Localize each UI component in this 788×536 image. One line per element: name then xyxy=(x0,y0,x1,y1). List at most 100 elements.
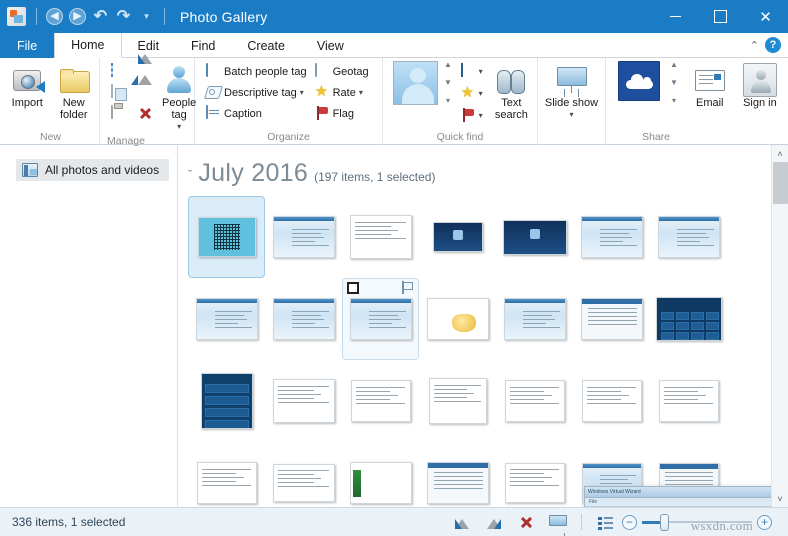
thumbnail-cell[interactable] xyxy=(419,278,496,360)
calendar-filter-button[interactable]: ▾ xyxy=(458,61,486,82)
spinner-up-icon[interactable]: ▲ xyxy=(670,61,678,69)
thumbnail-cell[interactable] xyxy=(265,278,342,360)
slide-show-dropdown-icon[interactable]: ▾ xyxy=(569,109,573,121)
scroll-down-icon[interactable]: ˅ xyxy=(772,490,788,507)
rate-button[interactable]: ★ Rate ▾ xyxy=(312,82,372,103)
thumbnail-cell[interactable] xyxy=(188,196,265,278)
thumbnail-cell[interactable] xyxy=(342,360,419,442)
zoom-out-button[interactable]: − xyxy=(622,514,637,530)
thumbnail-cell[interactable] xyxy=(496,196,573,278)
quick-find-spinner[interactable]: ▲ ▼ ▾ xyxy=(442,61,453,105)
rating-dropdown-icon[interactable]: ▾ xyxy=(479,89,483,98)
scrollbar-track[interactable] xyxy=(772,162,788,490)
thumbnail-cell[interactable] xyxy=(419,442,496,507)
close-button[interactable]: ✕ xyxy=(743,0,788,33)
import-button[interactable]: Import xyxy=(6,61,49,109)
zoom-slider-handle[interactable] xyxy=(660,513,669,531)
geotag-button[interactable]: Geotag xyxy=(312,61,372,82)
thumbnail-cell[interactable] xyxy=(650,196,727,278)
thumbnail-cell[interactable] xyxy=(496,442,573,507)
thumbnail-cell[interactable] xyxy=(496,360,573,442)
share-spinner[interactable]: ▲ ▼ ▾ xyxy=(668,61,680,105)
delete-button[interactable] xyxy=(135,103,156,124)
thumbnail-tile xyxy=(660,322,674,330)
thumbnail-cell[interactable] xyxy=(342,442,419,507)
email-button[interactable]: Email xyxy=(688,61,732,109)
scroll-up-icon[interactable]: ˄ xyxy=(772,145,788,162)
tab-find[interactable]: Find xyxy=(175,33,231,58)
text-search-button[interactable]: Text search xyxy=(490,61,533,121)
thumbnail-cell[interactable] xyxy=(573,196,650,278)
scrollbar-thumb[interactable] xyxy=(772,162,788,204)
collapse-ribbon-icon[interactable]: ⌃ xyxy=(750,39,759,52)
content-vertical-scrollbar[interactable]: ˄ ˅ xyxy=(771,145,788,507)
image-preview-popup: Windows Virtual Wizard File Add an accou… xyxy=(584,486,771,507)
zoom-in-button[interactable]: + xyxy=(757,514,772,530)
thumbnail-cell[interactable] xyxy=(188,442,265,507)
copy-button[interactable] xyxy=(108,82,129,103)
back-icon[interactable]: ◀ xyxy=(44,6,65,27)
customize-qat-icon[interactable]: ▾ xyxy=(136,6,157,27)
select-all-button[interactable] xyxy=(108,61,129,82)
people-thumbnail-icon[interactable] xyxy=(393,61,439,105)
flag-dropdown-icon[interactable]: ▾ xyxy=(479,111,483,120)
people-tag-dropdown-icon[interactable]: ▾ xyxy=(177,121,181,133)
caption-button[interactable]: Caption xyxy=(203,103,310,124)
rotate-right-button[interactable] xyxy=(479,510,509,534)
thumbnail-cell[interactable] xyxy=(419,360,496,442)
descriptive-tag-dropdown-icon[interactable]: ▾ xyxy=(300,88,304,97)
chevron-down-icon[interactable]: ˇ xyxy=(188,168,192,181)
spinner-more-icon[interactable]: ▾ xyxy=(672,97,676,105)
undo-icon[interactable]: ↶ xyxy=(90,6,111,27)
thumbnail-cell[interactable] xyxy=(265,196,342,278)
thumbnail-cell[interactable] xyxy=(342,278,419,360)
spinner-down-icon[interactable]: ▼ xyxy=(670,79,678,87)
rate-dropdown-icon[interactable]: ▾ xyxy=(359,88,363,97)
flag-filter-button[interactable]: ▾ xyxy=(458,105,486,126)
thumbnail-cell[interactable] xyxy=(188,360,265,442)
slideshow-button[interactable] xyxy=(543,510,573,536)
batch-people-tag-button[interactable]: Batch people tag xyxy=(203,61,310,82)
forward-icon[interactable]: ▶ xyxy=(67,6,88,27)
spinner-up-icon[interactable]: ▲ xyxy=(444,61,452,69)
thumbnail-cell[interactable] xyxy=(650,278,727,360)
people-tag-button[interactable]: People tag ▾ xyxy=(162,61,196,133)
tab-view[interactable]: View xyxy=(301,33,360,58)
tab-home[interactable]: Home xyxy=(54,33,122,58)
flag-button[interactable]: Flag xyxy=(312,103,372,124)
descriptive-tag-button[interactable]: Descriptive tag ▾ xyxy=(203,82,310,103)
thumbnail-cell[interactable] xyxy=(188,278,265,360)
rotate-left-button[interactable] xyxy=(447,510,477,534)
rating-filter-button[interactable]: ★ ▾ xyxy=(458,83,486,104)
thumbnail-cell[interactable] xyxy=(265,442,342,507)
flag-outline-icon[interactable] xyxy=(401,281,414,294)
thumbnail-cell[interactable] xyxy=(419,196,496,278)
help-icon[interactable]: ? xyxy=(765,37,781,53)
delete-button[interactable] xyxy=(511,510,541,534)
rotate-right-button[interactable] xyxy=(135,82,156,103)
thumbnail-cell[interactable] xyxy=(573,278,650,360)
spinner-down-icon[interactable]: ▼ xyxy=(444,79,452,87)
redo-icon[interactable]: ↷ xyxy=(113,6,134,27)
preview-title-bar: Windows Virtual Wizard xyxy=(585,487,771,498)
calendar-dropdown-icon[interactable]: ▾ xyxy=(479,67,483,76)
new-folder-button[interactable]: New folder xyxy=(53,61,96,121)
thumbnail-cell[interactable] xyxy=(496,278,573,360)
thumbnail-cell[interactable] xyxy=(573,360,650,442)
thumbnail-logo-mark xyxy=(452,229,463,240)
onedrive-cloud-icon[interactable] xyxy=(618,61,661,101)
thumbnail-cell[interactable] xyxy=(265,360,342,442)
thumbnail-select-checkbox[interactable] xyxy=(347,282,359,294)
sign-in-button[interactable]: Sign in xyxy=(740,61,780,109)
spinner-more-icon[interactable]: ▾ xyxy=(446,97,450,105)
sidebar-item-all-photos-and-videos[interactable]: All photos and videos xyxy=(16,159,169,181)
minimize-button[interactable] xyxy=(653,0,698,33)
maximize-button[interactable] xyxy=(698,0,743,33)
thumbnail-cell[interactable] xyxy=(342,196,419,278)
tab-create[interactable]: Create xyxy=(231,33,301,58)
slide-show-button[interactable]: Slide show ▾ xyxy=(542,61,601,121)
thumbnail-cell[interactable] xyxy=(650,360,727,442)
tab-file[interactable]: File xyxy=(0,33,55,58)
paste-button[interactable] xyxy=(108,103,129,124)
details-view-button[interactable] xyxy=(590,510,620,534)
